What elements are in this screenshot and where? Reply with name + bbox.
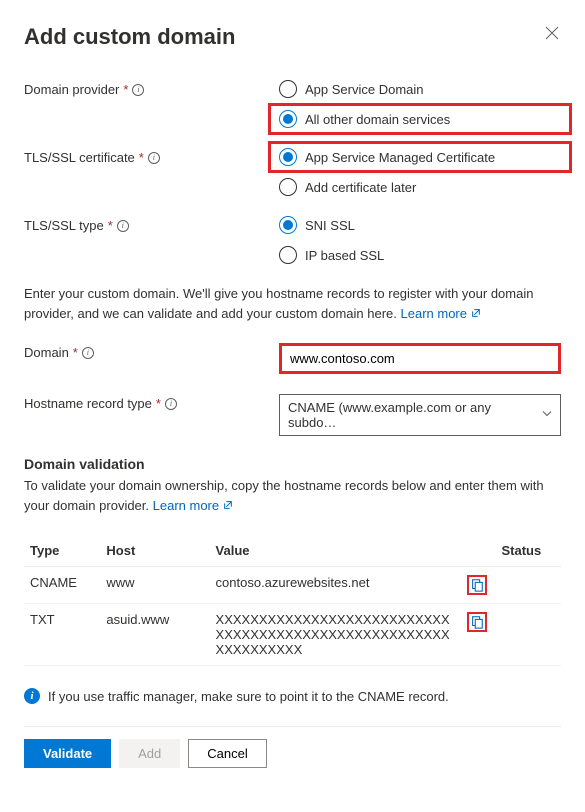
copy-icon bbox=[470, 615, 484, 629]
th-value: Value bbox=[210, 535, 461, 567]
records-table: Type Host Value Status CNAME www contoso… bbox=[24, 535, 561, 666]
hostname-record-type-select[interactable]: CNAME (www.example.com or any subdo… bbox=[279, 394, 561, 436]
info-icon[interactable]: i bbox=[165, 398, 177, 410]
domain-input[interactable] bbox=[279, 343, 561, 374]
domain-label: Domain* i bbox=[24, 343, 279, 360]
radio-ip-based-ssl[interactable]: IP based SSL bbox=[279, 246, 561, 264]
page-title: Add custom domain bbox=[24, 24, 235, 50]
th-status: Status bbox=[495, 535, 561, 567]
radio-all-other-domain-services[interactable]: All other domain services bbox=[268, 103, 572, 135]
validate-button[interactable]: Validate bbox=[24, 739, 111, 768]
table-row: CNAME www contoso.azurewebsites.net bbox=[24, 567, 561, 604]
radio-sni-ssl[interactable]: SNI SSL bbox=[279, 216, 561, 234]
radio-app-service-domain[interactable]: App Service Domain bbox=[279, 80, 561, 98]
copy-icon bbox=[470, 578, 484, 592]
hostname-record-type-label: Hostname record type* i bbox=[24, 394, 279, 411]
external-link-icon bbox=[471, 308, 481, 318]
domain-description: Enter your custom domain. We'll give you… bbox=[24, 284, 561, 323]
info-icon[interactable]: i bbox=[148, 152, 160, 164]
cancel-button[interactable]: Cancel bbox=[188, 739, 266, 768]
info-icon: i bbox=[24, 688, 40, 704]
domain-provider-label: Domain provider* i bbox=[24, 80, 279, 97]
tls-type-label: TLS/SSL type* i bbox=[24, 216, 279, 233]
learn-more-link[interactable]: Learn more bbox=[401, 306, 481, 321]
radio-app-service-managed-cert[interactable]: App Service Managed Certificate bbox=[268, 141, 572, 173]
add-button: Add bbox=[119, 739, 180, 768]
copy-button[interactable] bbox=[467, 575, 487, 595]
table-row: TXT asuid.www XXXXXXXXXXXXXXXXXXXXXXXXXX… bbox=[24, 604, 561, 666]
close-icon bbox=[545, 26, 559, 40]
tls-certificate-label: TLS/SSL certificate* i bbox=[24, 148, 279, 165]
validation-description: To validate your domain ownership, copy … bbox=[24, 476, 561, 515]
th-host: Host bbox=[100, 535, 209, 567]
external-link-icon bbox=[223, 500, 233, 510]
radio-add-certificate-later[interactable]: Add certificate later bbox=[279, 178, 561, 196]
info-icon[interactable]: i bbox=[82, 347, 94, 359]
close-button[interactable] bbox=[543, 24, 561, 47]
learn-more-link[interactable]: Learn more bbox=[153, 498, 233, 513]
info-icon[interactable]: i bbox=[117, 220, 129, 232]
info-note: i If you use traffic manager, make sure … bbox=[24, 684, 561, 708]
th-type: Type bbox=[24, 535, 100, 567]
domain-validation-heading: Domain validation bbox=[24, 456, 561, 472]
copy-button[interactable] bbox=[467, 612, 487, 632]
info-icon[interactable]: i bbox=[132, 84, 144, 96]
